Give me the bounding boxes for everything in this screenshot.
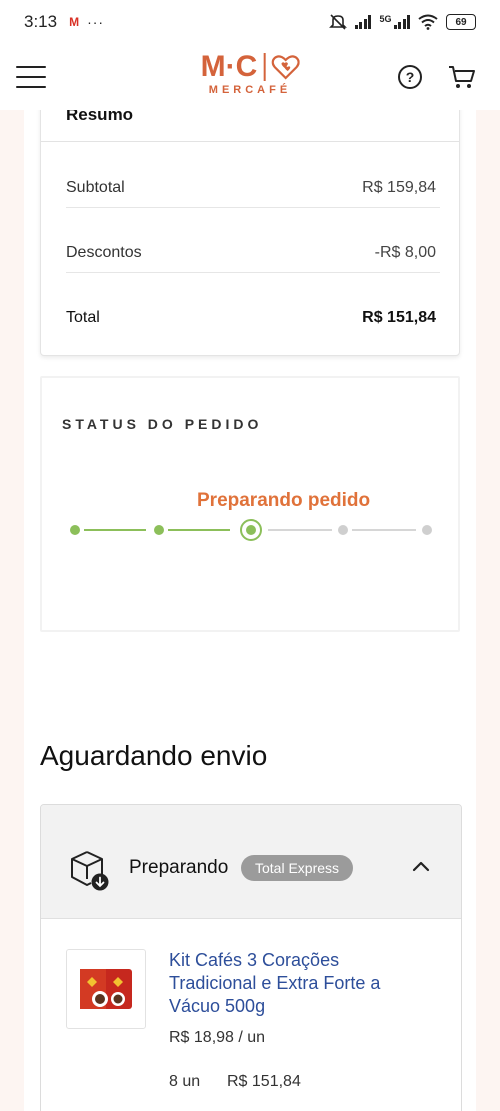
summary-label: Total xyxy=(66,309,100,326)
clock: 3:13 xyxy=(24,12,58,31)
product-quantity: 8 un xyxy=(169,1073,201,1090)
status-progress-tracker xyxy=(62,518,442,542)
product-image-icon xyxy=(80,969,132,1009)
package-icon xyxy=(71,851,109,891)
mute-icon xyxy=(329,14,347,30)
summary-label: Descontos xyxy=(66,244,142,261)
divider xyxy=(41,141,459,142)
menu-icon-line xyxy=(16,66,46,68)
product-total-price: R$ 151,84 xyxy=(227,1073,301,1090)
carrier-badge: Total Express xyxy=(241,855,354,881)
summary-label: Subtotal xyxy=(66,179,125,196)
step-dot-4 xyxy=(338,525,348,535)
signal-5g-icon xyxy=(393,15,410,29)
step-line xyxy=(268,529,332,531)
divider xyxy=(66,272,440,273)
summary-row-total: Total R$ 151,84 xyxy=(66,309,436,327)
menu-button[interactable] xyxy=(16,66,46,88)
heart-logo-icon xyxy=(271,55,300,80)
more-notifications-icon: ··· xyxy=(87,14,105,30)
summary-value: R$ 159,84 xyxy=(362,179,436,196)
help-icon: ? xyxy=(405,69,415,85)
summary-value: R$ 151,84 xyxy=(362,309,436,326)
product-image[interactable] xyxy=(66,949,146,1029)
logo-divider xyxy=(263,53,266,81)
summary-value: -R$ 8,00 xyxy=(374,244,436,261)
step-dot-2 xyxy=(154,525,164,535)
shipment-status-label: Preparando xyxy=(129,857,229,878)
wifi-icon xyxy=(418,14,438,30)
help-button[interactable]: ? xyxy=(398,65,422,89)
step-dot-5 xyxy=(422,525,432,535)
summary-row-discounts: Descontos -R$ 8,00 xyxy=(66,244,436,262)
product-unit-price: R$ 18,98 / un xyxy=(169,1029,266,1046)
status-icons: 5G 69 xyxy=(329,14,476,30)
step-line xyxy=(352,529,416,531)
chevron-up-icon[interactable] xyxy=(411,859,431,873)
step-dot-1 xyxy=(70,525,80,535)
app-header: M·C MERCAFÉ ? xyxy=(0,44,500,110)
battery-icon: 69 xyxy=(446,14,476,30)
header-actions: ? xyxy=(398,64,476,90)
logo-mark: M·C xyxy=(201,50,300,84)
order-status-card: STATUS DO PEDIDO Preparando pedido xyxy=(40,376,460,632)
product-name-link[interactable]: Kit Cafés 3 Corações Tradicional e Extra… xyxy=(169,949,429,1018)
menu-icon-line xyxy=(16,86,46,88)
signal-icon xyxy=(354,15,372,29)
logo-wordmark: MERCAFÉ xyxy=(208,84,292,96)
order-details: Resumo Subtotal R$ 159,84 Descontos -R$ … xyxy=(24,110,476,1111)
status-title: STATUS DO PEDIDO xyxy=(62,416,263,432)
summary-title: Resumo xyxy=(66,110,134,124)
current-status-label: Preparando pedido xyxy=(197,490,371,511)
network-type-label: 5G xyxy=(379,14,392,24)
step-line xyxy=(84,529,146,531)
menu-icon-line xyxy=(16,76,46,78)
mercafe-logo[interactable]: M·C MERCAFÉ xyxy=(201,50,300,96)
section-title: Aguardando envio xyxy=(40,740,268,771)
cart-icon[interactable] xyxy=(448,64,476,90)
step-dot-3-current xyxy=(240,519,262,541)
step-line xyxy=(168,529,230,531)
logo-mark-text: M·C xyxy=(200,50,258,83)
gmail-icon: M xyxy=(69,15,80,29)
system-status-bar: 3:13 M ··· 5G 69 xyxy=(0,0,500,44)
order-summary-card: Resumo Subtotal R$ 159,84 Descontos -R$ … xyxy=(40,110,460,356)
shipment-header[interactable]: Preparando Total Express xyxy=(41,805,461,919)
divider xyxy=(66,207,440,208)
shipment-card: Preparando Total Express Kit Cafés 3 Cor… xyxy=(40,804,462,1111)
summary-row-subtotal: Subtotal R$ 159,84 xyxy=(66,179,436,197)
